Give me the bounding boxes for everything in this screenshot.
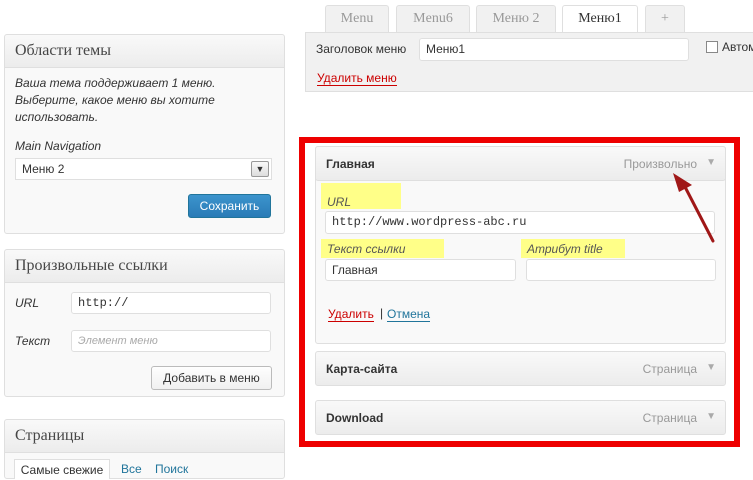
delete-menu-link[interactable]: Удалить меню [317, 71, 397, 86]
theme-locations-title: Области темы [5, 35, 284, 68]
pages-box: Страницы Самые свежие Все Поиск [4, 419, 285, 479]
theme-locations-box: Области темы Ваша тема поддерживает 1 ме… [4, 34, 285, 234]
pages-tab-recent[interactable]: Самые свежие [14, 459, 110, 479]
custom-links-title: Произвольные ссылки [5, 250, 284, 283]
menu-name-input[interactable]: Меню1 [419, 38, 689, 61]
pages-tab-all[interactable]: Все [121, 462, 142, 476]
pages-title: Страницы [5, 420, 284, 453]
auto-add-label: Автом [722, 40, 753, 54]
custom-url-input[interactable]: http:// [71, 292, 271, 314]
chevron-down-icon[interactable]: ▼ [251, 161, 269, 177]
menu-select[interactable]: Меню 2 ▼ [15, 158, 272, 180]
main-navigation-label: Main Navigation [15, 139, 102, 153]
tab-add-menu[interactable]: + [645, 5, 685, 32]
custom-text-placeholder: Элемент меню [78, 335, 158, 347]
menu-name-label: Заголовок меню [316, 42, 407, 56]
pages-tab-search[interactable]: Поиск [155, 462, 188, 476]
add-to-menu-button[interactable]: Добавить в меню [151, 366, 272, 390]
custom-text-input[interactable]: Элемент меню [71, 330, 271, 352]
tab-menu-2[interactable]: Меню 2 [476, 5, 556, 32]
auto-add-checkbox[interactable] [706, 41, 718, 53]
theme-locations-description: Ваша тема поддерживает 1 меню. Выберите,… [15, 76, 216, 124]
menu-header: Заголовок меню Меню1 Автом Удалить меню [305, 32, 753, 92]
tab-menu1[interactable]: Меню1 [562, 5, 638, 33]
tab-menu6[interactable]: Menu6 [396, 5, 470, 32]
custom-text-label: Текст [15, 334, 51, 348]
tab-menu[interactable]: Menu [325, 5, 389, 32]
custom-url-label: URL [15, 296, 40, 310]
menu-select-value: Меню 2 [22, 162, 65, 176]
custom-links-box: Произвольные ссылки URL http:// Текст Эл… [4, 249, 285, 397]
save-locations-button[interactable]: Сохранить [188, 194, 271, 218]
annotation-arrow-icon [673, 173, 715, 243]
